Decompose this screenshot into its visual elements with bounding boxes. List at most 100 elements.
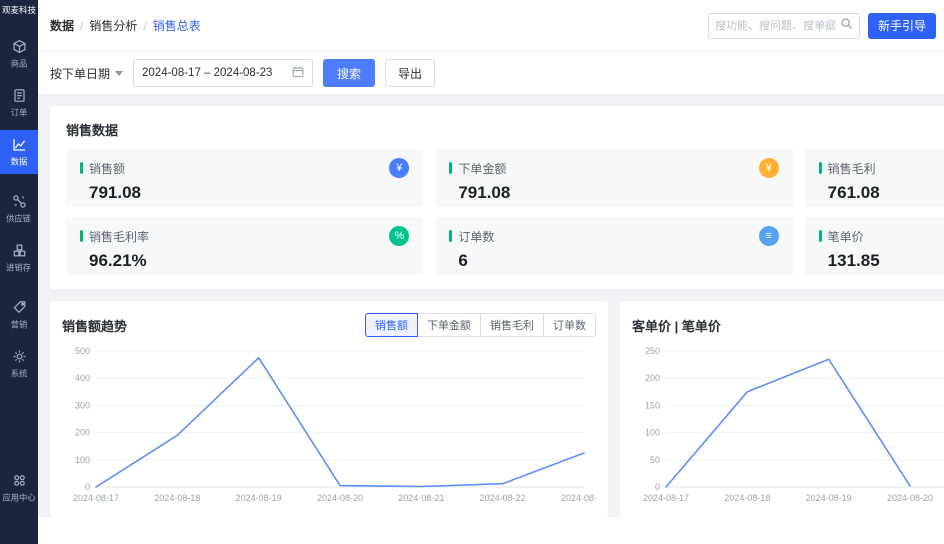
sidebar-item-orders[interactable]: 订单 (0, 81, 38, 125)
sales-stats-card: 销售数据 销售额 ¥ 791.08 下单金额 ¥ 791.08 销售毛利 761… (50, 106, 944, 289)
stat-value: 96.21% (89, 251, 147, 270)
marketing-tag-icon (12, 300, 27, 315)
inventory-icon (12, 243, 27, 258)
tab-sales-amount[interactable]: 销售额 (365, 313, 418, 337)
stat-label: 订单数 (458, 229, 495, 244)
svg-text:2024-08-19: 2024-08-19 (236, 493, 282, 503)
svg-text:2024-08-17: 2024-08-17 (73, 493, 119, 503)
sidebar-item-label: 数据 (10, 157, 28, 167)
breadcrumb-item-current: 销售总表 (152, 19, 201, 33)
stat-value: 131.85 (827, 251, 880, 270)
sidebar-item-marketing[interactable]: 营销 (0, 293, 38, 337)
global-search-box[interactable] (707, 12, 860, 39)
svg-text:50: 50 (650, 455, 660, 465)
sidebar-item-label: 营销 (10, 320, 28, 330)
beginner-guide-button[interactable]: 新手引导 (867, 12, 936, 39)
breadcrumb-separator: / (80, 18, 84, 33)
tab-order-amount[interactable]: 下单金额 (417, 313, 481, 337)
global-search-input[interactable] (714, 19, 836, 32)
breadcrumb-item-data[interactable]: 数据 (50, 17, 74, 34)
svg-text:400: 400 (75, 373, 90, 383)
stat-tile-gross-margin: 销售毛利率 % 96.21% (66, 217, 424, 275)
sidebar-item-inventory[interactable]: 进销存 (0, 236, 38, 280)
svg-text:2024-08-19: 2024-08-19 (806, 493, 852, 503)
margin-circle-icon: % (389, 226, 410, 246)
sidebar-item-system[interactable]: 系统 (0, 342, 38, 386)
breadcrumb-separator: / (143, 18, 147, 33)
stat-value: 761.08 (827, 183, 880, 202)
sidebar: 观麦科技 商品 订单 数据 供应链 进销存 营销 系统 应用中心 (0, 0, 38, 544)
breadcrumb-item-sales-analysis[interactable]: 销售分析 (89, 17, 137, 34)
stat-value: 6 (458, 251, 468, 270)
sidebar-item-label: 应用中心 (2, 493, 36, 503)
app-center-icon (12, 473, 27, 488)
tab-gross-profit[interactable]: 销售毛利 (480, 313, 544, 337)
coin-circle-icon: ¥ (758, 158, 779, 178)
search-button[interactable]: 搜索 (323, 59, 376, 87)
sidebar-item-label: 供应链 (6, 214, 32, 224)
svg-text:300: 300 (75, 400, 90, 410)
app-window: 观麦科技 商品 订单 数据 供应链 进销存 营销 系统 应用中心 数据 / 销售… (0, 0, 944, 544)
brand-logo: 观麦科技 (1, 5, 36, 15)
svg-text:500: 500 (75, 346, 90, 356)
svg-text:2024-08-22: 2024-08-22 (480, 493, 526, 503)
top-header: 数据 / 销售分析 / 销售总表 新手引导 (38, 0, 944, 52)
sidebar-item-label: 系统 (10, 369, 28, 379)
date-range-value: 2024-08-17 – 2024-08-23 (142, 67, 273, 79)
svg-text:2024-08-23: 2024-08-23 (561, 493, 596, 503)
stat-label: 销售额 (89, 161, 126, 176)
stat-label: 销售毛利 (827, 161, 876, 176)
stat-tile-order-count: 订单数 ≡ 6 (435, 217, 793, 275)
tile-accent-bar (449, 230, 453, 242)
charts-row: 销售额趋势 销售额 下单金额 销售毛利 订单数 0 100 200 300 400 500… (50, 301, 944, 517)
tab-order-count[interactable]: 订单数 (543, 313, 596, 337)
sidebar-item-label: 进销存 (6, 263, 32, 273)
svg-text:100: 100 (645, 428, 660, 438)
tile-accent-bar (449, 162, 453, 174)
tile-accent-bar (818, 162, 822, 174)
tile-accent-bar (818, 230, 822, 242)
supply-chain-icon (12, 194, 27, 209)
price-per-order-card: 客单价 | 笔单价 0 50 100 150 200 250 2024-08-17 2024-… (620, 301, 944, 517)
svg-text:2024-08-20: 2024-08-20 (317, 493, 363, 503)
main-content: 销售数据 销售额 ¥ 791.08 下单金额 ¥ 791.08 销售毛利 761… (38, 94, 944, 517)
stat-tiles: 销售额 ¥ 791.08 下单金额 ¥ 791.08 销售毛利 761.08 销… (66, 149, 944, 275)
svg-text:200: 200 (645, 373, 660, 383)
sidebar-item-data[interactable]: 数据 (0, 129, 38, 174)
stat-label: 笔单价 (827, 229, 864, 244)
export-button[interactable]: 导出 (385, 59, 436, 87)
tile-accent-bar (80, 230, 83, 242)
sales-trend-title: 销售额趋势 (62, 318, 128, 334)
tile-accent-bar (80, 162, 83, 174)
svg-text:2024-08-20: 2024-08-20 (887, 493, 933, 503)
svg-text:2024-08-17: 2024-08-17 (643, 493, 689, 503)
price-chart-title: 客单价 | 笔单价 (632, 318, 721, 334)
date-type-dropdown[interactable]: 按下单日期 (50, 65, 124, 82)
system-gear-icon (12, 349, 27, 364)
svg-text:2024-08-18: 2024-08-18 (724, 493, 770, 503)
orders-circle-icon: ≡ (758, 226, 779, 246)
price-per-order-chart: 0 50 100 150 200 250 2024-08-17 2024-08-18 2024-… (632, 343, 944, 507)
sidebar-item-supply-chain[interactable]: 供应链 (0, 187, 38, 231)
sidebar-item-label: 商品 (10, 59, 28, 69)
search-icon[interactable] (840, 17, 853, 35)
product-box-icon (12, 39, 27, 54)
svg-text:2024-08-18: 2024-08-18 (154, 493, 200, 503)
svg-text:0: 0 (85, 482, 90, 492)
stat-tile-sales-amount: 销售额 ¥ 791.08 (66, 149, 424, 207)
chevron-down-icon (115, 70, 124, 76)
sidebar-item-products[interactable]: 商品 (0, 32, 38, 76)
filter-toolbar: 按下单日期 2024-08-17 – 2024-08-23 搜索 导出 (38, 52, 944, 94)
breadcrumb: 数据 / 销售分析 / 销售总表 (50, 17, 201, 34)
order-list-icon (12, 88, 27, 103)
stat-value: 791.08 (458, 183, 511, 202)
page: 数据 / 销售分析 / 销售总表 新手引导 按下单日期 (38, 0, 944, 544)
svg-text:2024-08-21: 2024-08-21 (398, 493, 444, 503)
trend-metric-tabs: 销售额 下单金额 销售毛利 订单数 (365, 313, 596, 337)
date-range-picker[interactable]: 2024-08-17 – 2024-08-23 (133, 59, 314, 87)
stat-label: 下单金额 (458, 161, 507, 176)
stat-tile-order-amount: 下单金额 ¥ 791.08 (435, 149, 793, 207)
svg-text:200: 200 (75, 428, 90, 438)
sidebar-item-app-center[interactable]: 应用中心 (0, 466, 38, 510)
stats-card-title: 销售数据 (66, 123, 119, 138)
